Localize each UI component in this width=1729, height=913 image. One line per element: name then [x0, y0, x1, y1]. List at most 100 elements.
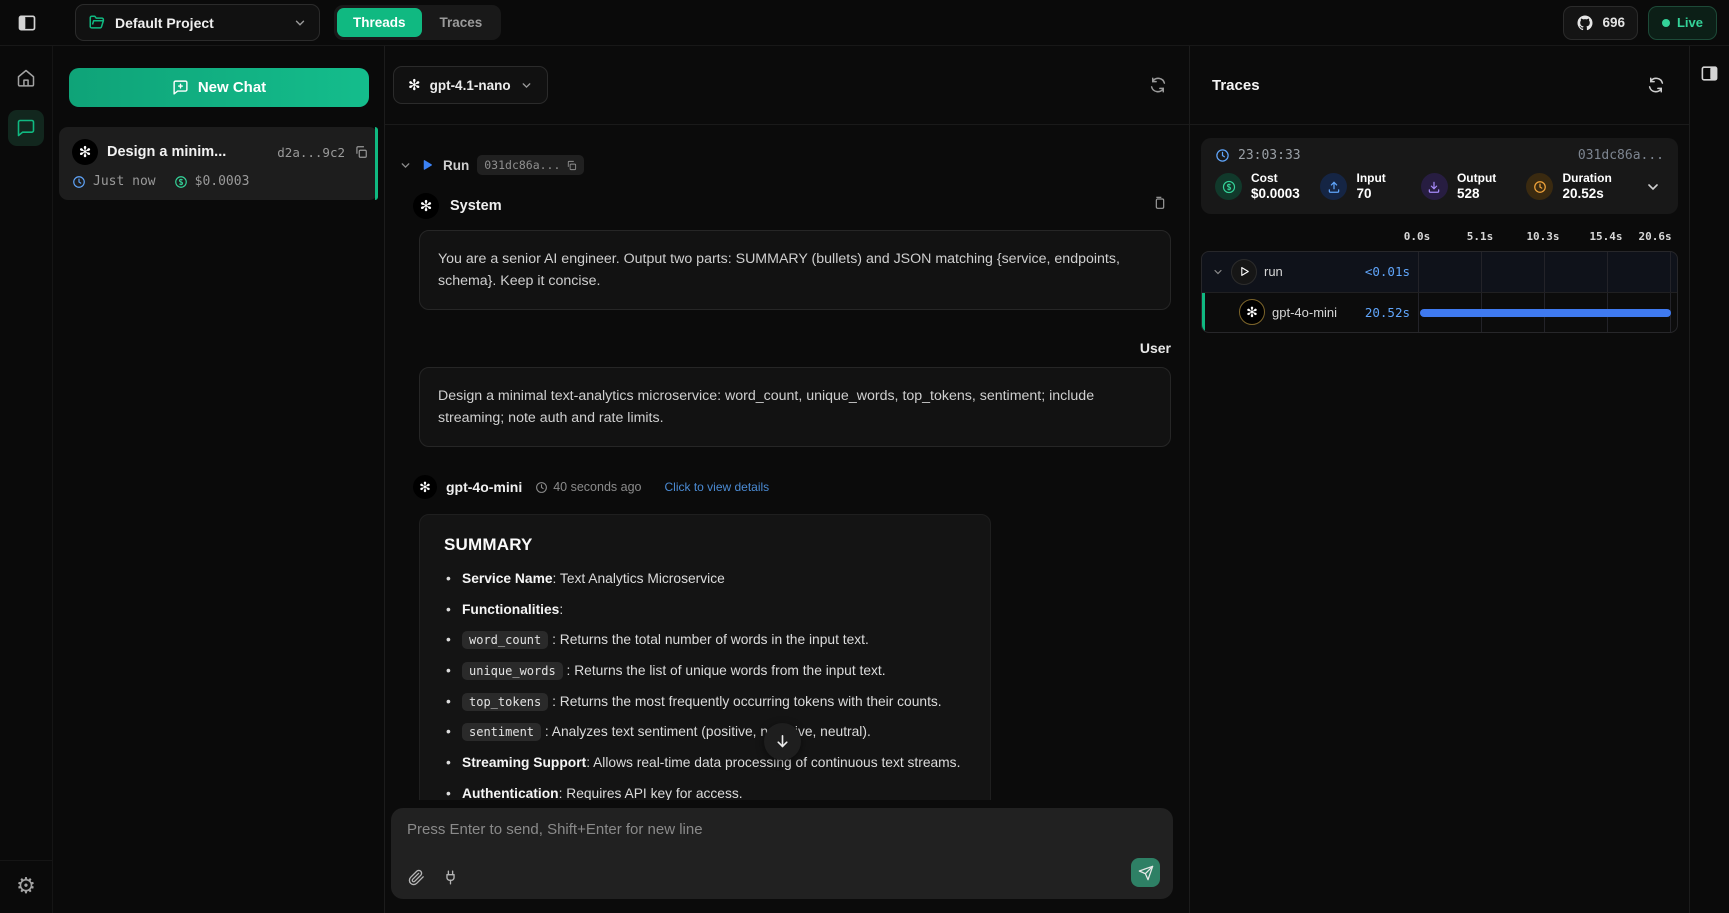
- traces-header: Traces: [1190, 46, 1689, 125]
- timeline-panel: run<0.01s✻gpt-4o-mini20.52s: [1201, 251, 1678, 333]
- cost-icon: [1215, 173, 1242, 200]
- threads-sidebar: New Chat ✻ Design a minim... d2a...9c2 J…: [53, 46, 385, 913]
- clock-icon: [535, 481, 548, 494]
- summary-item-term: Functionalities: [462, 602, 559, 617]
- metric-value: 528: [1457, 186, 1496, 203]
- timeline-row-gpt-4o-mini[interactable]: ✻gpt-4o-mini20.52s: [1202, 292, 1677, 332]
- timeline-gridline: [1670, 252, 1671, 292]
- summary-item: unique_words : Returns the list of uniqu…: [444, 661, 966, 682]
- chevron-down-icon: [520, 79, 533, 92]
- scroll-to-bottom-button[interactable]: [764, 723, 801, 760]
- thread-time: Just now: [93, 174, 156, 189]
- clock-icon: [1215, 148, 1230, 163]
- new-chat-button[interactable]: New Chat: [69, 68, 369, 107]
- nav-chat-button[interactable]: [8, 110, 44, 146]
- chat-scroll-area[interactable]: Run 031dc86a... ✻ System You are a senio…: [385, 125, 1189, 800]
- code-chip: word_count: [462, 631, 548, 649]
- chevron-down-icon: [293, 16, 307, 30]
- metric-label: Input: [1356, 171, 1385, 186]
- thread-meta: Just now $0.0003: [72, 174, 368, 189]
- toggle-left-panel-button[interactable]: [13, 9, 41, 37]
- user-role-label: User: [399, 340, 1171, 356]
- github-stars-button[interactable]: 696: [1563, 6, 1638, 40]
- openai-icon: ✻: [408, 78, 421, 93]
- live-status-badge[interactable]: Live: [1648, 6, 1717, 40]
- trace-id-badge[interactable]: 031dc86a...: [477, 155, 584, 175]
- metric-label: Output: [1457, 171, 1496, 186]
- metric-value: $0.0003: [1251, 186, 1300, 203]
- copy-message-icon[interactable]: [1151, 195, 1167, 211]
- summary-item-term: Authentication: [462, 786, 559, 800]
- refresh-icon: [1149, 76, 1167, 94]
- new-chat-icon: [172, 79, 189, 96]
- nav-home-button[interactable]: [8, 60, 44, 96]
- thread-list-item[interactable]: ✻ Design a minim... d2a...9c2 Just now: [59, 127, 378, 200]
- model-selector-label: gpt-4.1-nano: [430, 78, 511, 93]
- trace-metric-duration: Duration20.52s: [1526, 171, 1642, 203]
- assistant-response-card: SUMMARY Service Name: Text Analytics Mic…: [419, 514, 991, 800]
- summary-list: Service Name: Text Analytics Microservic…: [444, 569, 966, 800]
- panel-right-icon: [1700, 64, 1719, 83]
- assistant-message-header: ✻ gpt-4o-mini 40 seconds ago Click to vi…: [399, 475, 1171, 499]
- settings-gear-icon[interactable]: ⚙: [16, 875, 36, 897]
- send-button[interactable]: [1131, 858, 1160, 887]
- timeline-tick-label: 5.1s: [1467, 230, 1494, 243]
- cost-icon: [174, 175, 188, 189]
- toggle-right-panel-button[interactable]: [1696, 60, 1723, 106]
- live-dot-icon: [1662, 19, 1670, 27]
- composer-box[interactable]: [391, 808, 1173, 899]
- live-label: Live: [1677, 15, 1703, 30]
- refresh-traces-button[interactable]: [1643, 72, 1669, 98]
- refresh-chat-button[interactable]: [1145, 72, 1171, 98]
- tab-traces[interactable]: Traces: [424, 8, 499, 37]
- metric-value: 70: [1356, 186, 1385, 203]
- plug-tools-icon[interactable]: [442, 869, 459, 886]
- model-selector[interactable]: ✻ gpt-4.1-nano: [393, 66, 548, 104]
- trace-card-chevron-icon[interactable]: [1642, 179, 1664, 195]
- traces-panel: Traces 23:03:33 031dc86a... Cost$0.0003I…: [1190, 46, 1690, 913]
- timeline-tick-label: 10.3s: [1526, 230, 1559, 243]
- trace-timeline: 0.0s5.1s10.3s15.4s20.6s run<0.01s✻gpt-4o…: [1201, 230, 1678, 333]
- span-name: run: [1264, 264, 1283, 279]
- system-role-label: System: [450, 198, 502, 214]
- summary-item: Authentication: Requires API key for acc…: [444, 784, 966, 800]
- app-window: Default Project Threads Traces 696 Live: [0, 0, 1729, 913]
- tab-threads[interactable]: Threads: [337, 8, 422, 37]
- attach-file-icon[interactable]: [408, 869, 425, 886]
- timeline-row-run[interactable]: run<0.01s: [1202, 252, 1677, 292]
- view-details-link[interactable]: Click to view details: [664, 480, 769, 494]
- openai-icon: ✻: [1239, 299, 1265, 325]
- copy-icon: [566, 160, 577, 171]
- trace-id: 031dc86a...: [1578, 148, 1664, 163]
- assistant-model-name: gpt-4o-mini: [446, 479, 522, 495]
- message-input[interactable]: [407, 821, 1113, 861]
- project-selector[interactable]: Default Project: [75, 4, 320, 41]
- trace-metrics: Cost$0.0003 Input70 Output528 Duration20.52…: [1215, 171, 1664, 203]
- timeline-gridline: [1481, 252, 1482, 292]
- arrow-down-icon: [774, 733, 791, 750]
- collapse-chevron-icon[interactable]: [1212, 266, 1224, 278]
- project-selector-label: Default Project: [115, 15, 284, 31]
- copy-icon[interactable]: [354, 145, 368, 159]
- home-icon: [16, 68, 36, 88]
- trace-summary-card[interactable]: 23:03:33 031dc86a... Cost$0.0003Input70O…: [1201, 138, 1678, 214]
- thread-cost: $0.0003: [195, 174, 250, 189]
- summary-heading: SUMMARY: [444, 535, 966, 555]
- refresh-icon: [1647, 76, 1665, 94]
- timeline-ticks: 0.0s5.1s10.3s15.4s20.6s: [1201, 230, 1678, 247]
- summary-item: sentiment : Analyzes text sentiment (pos…: [444, 722, 966, 743]
- right-rail: [1690, 46, 1729, 913]
- chat-header: ✻ gpt-4.1-nano: [385, 46, 1189, 125]
- trace-metric-cost: Cost$0.0003: [1215, 171, 1320, 203]
- code-chip: sentiment: [462, 723, 541, 741]
- thread-item-top: ✻ Design a minim... d2a...9c2: [72, 139, 368, 165]
- timeline-tick-label: 20.6s: [1639, 230, 1672, 243]
- timeline-gridline: [1607, 252, 1608, 292]
- collapse-chevron-icon[interactable]: [399, 159, 412, 172]
- topbar-left-slot: [0, 9, 53, 37]
- content-area: ⚙ New Chat ✻ Design a minim... d2a...9c2: [0, 46, 1729, 913]
- clock-icon: [72, 175, 86, 189]
- metric-label: Duration: [1562, 171, 1611, 186]
- user-message-box: Design a minimal text-analytics microser…: [419, 367, 1171, 447]
- thread-id: d2a...9c2: [277, 145, 345, 160]
